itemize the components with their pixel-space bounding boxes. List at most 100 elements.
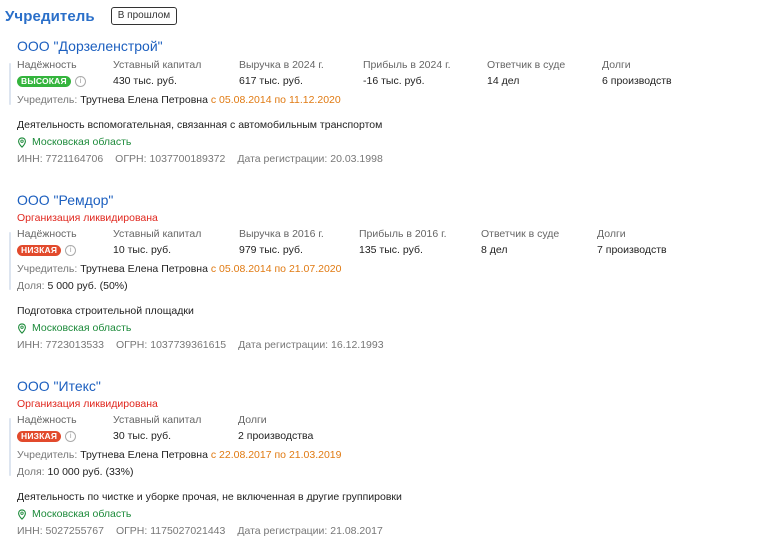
founder-name: Трутнева Елена Петровна — [80, 449, 208, 461]
text-label: 6 производств — [602, 75, 672, 87]
text-label: 10 тыс. руб. — [113, 244, 172, 256]
company-name-link[interactable]: ООО "Итекс" — [17, 378, 752, 394]
status-liquidated: Организация ликвидирована — [17, 398, 158, 410]
stat-court: Ответчик в суде 14 дел — [487, 59, 602, 88]
text-label: Учредитель: — [17, 94, 78, 106]
text-label: Прибыль в 2016 г. — [359, 228, 447, 240]
ogrn: ОГРН: 1037739361615 — [115, 339, 227, 351]
text-label: Московская область — [32, 508, 132, 520]
text-label: Долги — [597, 228, 626, 240]
text-label: 430 тыс. руб. — [113, 75, 177, 87]
activity-text: Деятельность вспомогательная, связанная … — [17, 119, 383, 131]
text-label: Выручка в 2016 г. — [239, 228, 324, 240]
status-liquidated: Организация ликвидирована — [17, 212, 158, 224]
text-label: 14 дел — [487, 75, 520, 87]
share-line: Доля: 10 000 руб. (33%) — [17, 466, 752, 479]
region: Московская область — [17, 508, 752, 521]
stat-debts: Долги 7 производств — [597, 228, 667, 257]
text-label: 135 тыс. руб. — [359, 244, 423, 256]
stat-debts: Долги 6 производств — [602, 59, 672, 88]
region: Московская область — [17, 136, 752, 149]
text-label: 617 тыс. руб. — [239, 75, 303, 87]
text-label: Ответчик в суде — [487, 59, 566, 71]
stat-debts: Долги 2 производства — [238, 414, 313, 443]
company-name-link[interactable]: ООО "Дорзеленстрой" — [17, 38, 752, 54]
info-icon[interactable]: i — [65, 245, 77, 256]
region: Московская область — [17, 322, 752, 335]
founder-name: Трутнева Елена Петровна — [80, 94, 208, 106]
ogrn: ОГРН: 1175027021443 — [115, 525, 226, 537]
stat-revenue: Выручка в 2016 г. 979 тыс. руб. — [239, 228, 359, 257]
stats-row: Надёжность НИЗКАЯ i Уставный капитал 10 т… — [17, 228, 752, 257]
activity-text: Деятельность по чистке и уборке прочая, … — [17, 491, 402, 503]
company-card: ООО "Ремдор" Организация ликвидирована Н… — [9, 192, 752, 352]
stats-row: Надёжность ВЫСОКАЯ i Уставный капитал 430… — [17, 59, 752, 88]
company-ids: ИНН: 5027255767 ОГРН: 1175027021443 Дата р… — [17, 525, 752, 538]
text-label: Московская область — [32, 136, 132, 148]
inn: ИНН: 7723013533 — [17, 339, 104, 351]
inn: ИНН: 7721164706 — [17, 153, 104, 165]
stat-profit: Прибыль в 2024 г. -16 тыс. руб. — [363, 59, 487, 88]
left-divider — [9, 232, 11, 290]
founder-period: с 05.08.2014 по 11.12.2020 — [210, 94, 341, 106]
reg-date: Дата регистрации: 16.12.1993 — [238, 339, 384, 351]
stat-profit: Прибыль в 2016 г. 135 тыс. руб. — [359, 228, 481, 257]
info-icon[interactable]: i — [65, 431, 77, 442]
location-pin-icon — [18, 509, 26, 520]
section-title: Учредитель — [5, 7, 95, 25]
company-ids: ИНН: 7721164706 ОГРН: 1037700189372 Дата р… — [17, 153, 752, 166]
ogrn: ОГРН: 1037700189372 — [115, 153, 226, 165]
company-ids: ИНН: 7723013533 ОГРН: 1037739361615 Дата р… — [17, 339, 752, 352]
text-label: Московская область — [32, 322, 132, 334]
company-card: ООО "Дорзеленстрой" Надёжность ВЫСОКАЯ i … — [9, 38, 752, 166]
text-label: -16 тыс. руб. — [363, 75, 425, 87]
founder-line: Учредитель: Трутнева Елена Петровна с 05… — [17, 263, 752, 276]
stat-court: Ответчик в суде 8 дел — [481, 228, 597, 257]
stat-reliability: Надёжность ВЫСОКАЯ i — [17, 59, 113, 88]
location-pin-icon — [18, 323, 26, 334]
activity-text: Подготовка строительной площадки — [17, 305, 194, 317]
founder-name: Трутнева Елена Петровна — [80, 263, 208, 275]
reliability-badge: НИЗКАЯ — [17, 245, 62, 256]
company-details: Надёжность НИЗКАЯ i Уставный капитал 10 т… — [9, 228, 752, 293]
text-label: Надёжность — [17, 59, 77, 71]
stat-reliability: Надёжность НИЗКАЯ i — [17, 414, 113, 443]
text-label: 10 000 руб. (33%) — [47, 466, 134, 478]
location-pin-icon — [18, 137, 26, 148]
text-label: 30 тыс. руб. — [113, 430, 172, 442]
text-label: Выручка в 2024 г. — [239, 59, 324, 71]
text-label: 2 производства — [238, 430, 314, 442]
text-label: Надёжность — [17, 228, 77, 240]
text-label: Доля: — [17, 466, 45, 478]
founder-line: Учредитель: Трутнева Елена Петровна с 22… — [17, 449, 752, 462]
company-details: Надёжность ВЫСОКАЯ i Уставный капитал 430… — [9, 59, 752, 107]
text-label: 7 производств — [597, 244, 667, 256]
company-card: ООО "Итекс" Организация ликвидирована На… — [9, 378, 752, 538]
stat-capital: Уставный капитал 430 тыс. руб. — [113, 59, 239, 88]
left-divider — [9, 418, 11, 476]
company-details: Надёжность НИЗКАЯ i Уставный капитал 30 т… — [9, 414, 752, 479]
text-label: 8 дел — [481, 244, 508, 256]
text-label: Уставный капитал — [113, 228, 202, 240]
left-divider — [9, 63, 11, 105]
reg-date: Дата регистрации: 20.03.1998 — [237, 153, 383, 165]
reliability-badge: НИЗКАЯ — [17, 431, 62, 442]
company-name-link[interactable]: ООО "Ремдор" — [17, 192, 752, 208]
text-label: Ответчик в суде — [481, 228, 560, 240]
stat-reliability: Надёжность НИЗКАЯ i — [17, 228, 113, 257]
past-filter-button[interactable]: В прошлом — [110, 7, 178, 25]
stat-capital: Уставный капитал 10 тыс. руб. — [113, 228, 239, 257]
text-label: Уставный капитал — [113, 414, 202, 426]
reg-date: Дата регистрации: 21.08.2017 — [237, 525, 383, 537]
founder-line: Учредитель: Трутнева Елена Петровна с 05… — [17, 94, 752, 107]
text-label: Прибыль в 2024 г. — [363, 59, 451, 71]
stats-row: Надёжность НИЗКАЯ i Уставный капитал 30 т… — [17, 414, 752, 443]
text-label: Учредитель: — [17, 263, 78, 275]
text-label: Учредитель: — [17, 449, 78, 461]
founder-period: с 22.08.2017 по 21.03.2019 — [210, 449, 342, 461]
stat-revenue: Выручка в 2024 г. 617 тыс. руб. — [239, 59, 363, 88]
info-icon[interactable]: i — [74, 76, 86, 87]
text-label: 979 тыс. руб. — [239, 244, 303, 256]
founder-period: с 05.08.2014 по 21.07.2020 — [210, 263, 342, 275]
section-header: Учредитель В прошлом — [5, 6, 178, 26]
